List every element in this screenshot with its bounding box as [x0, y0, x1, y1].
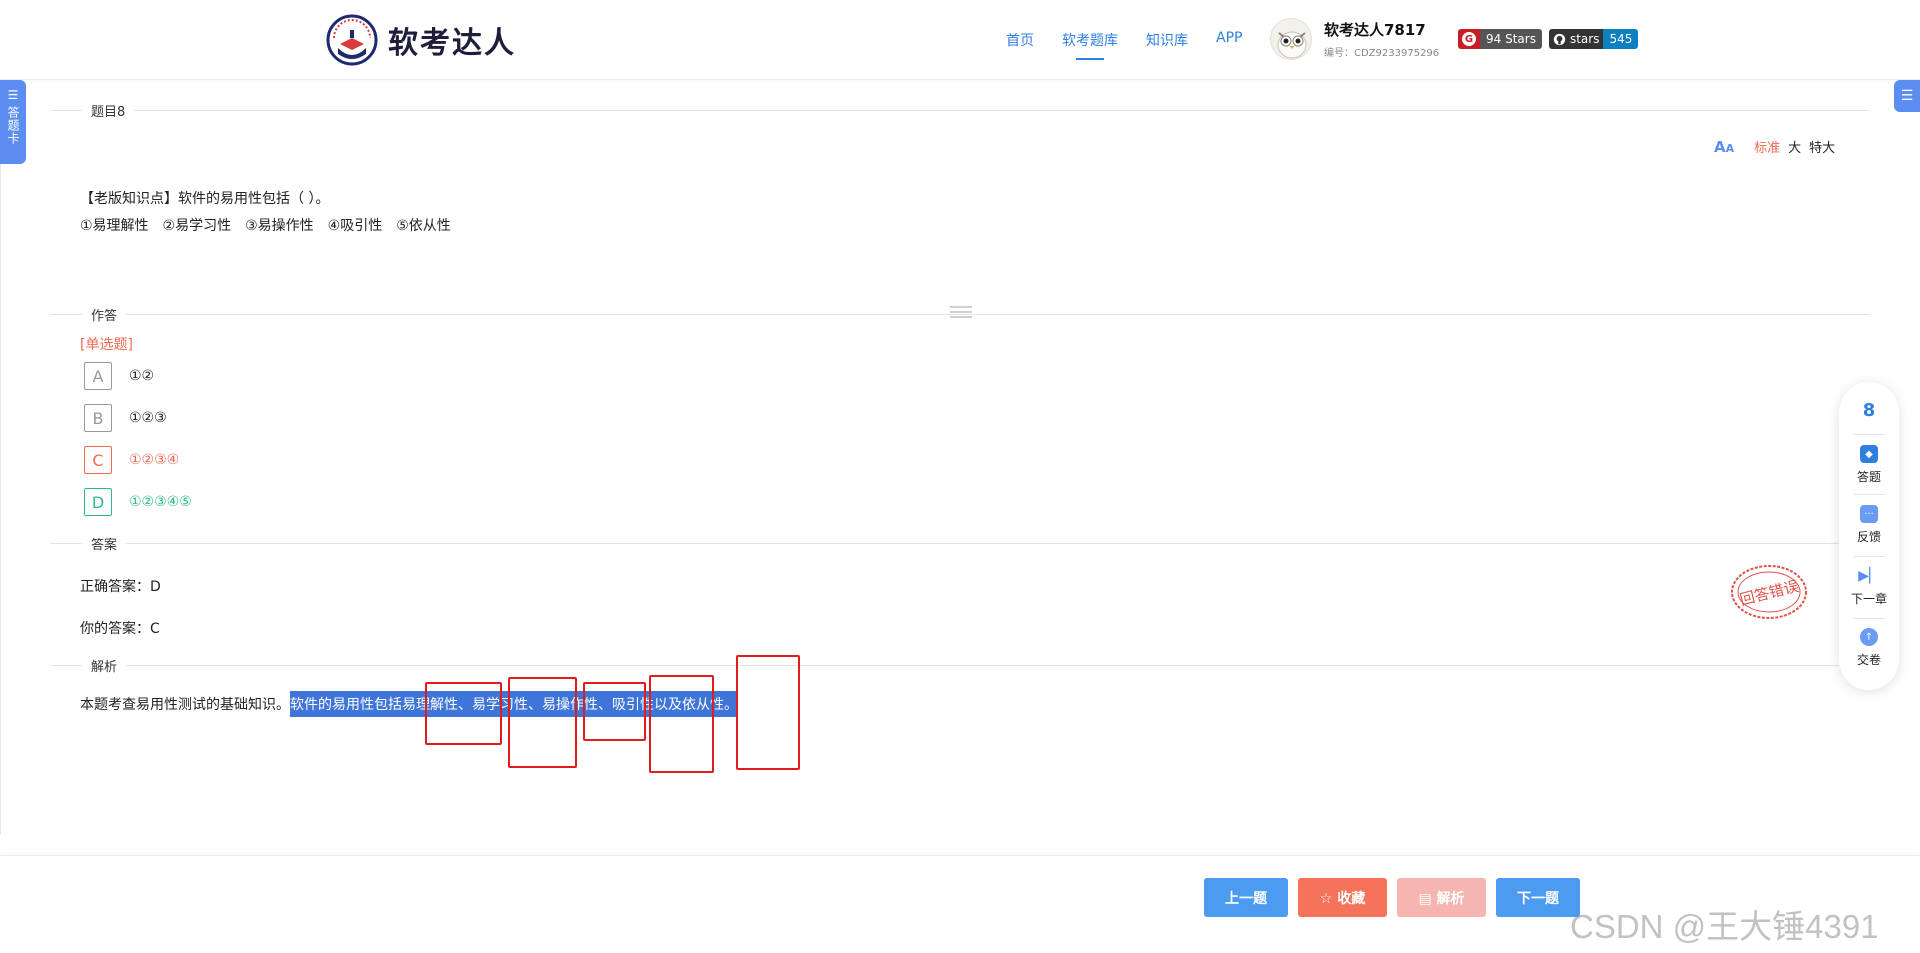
github-stars-count: 545	[1603, 29, 1639, 49]
list-icon: ☰	[7, 88, 19, 102]
github-stars-badge[interactable]: stars 545	[1548, 29, 1639, 49]
option-letter: C	[84, 446, 112, 474]
logo-emblem-icon	[326, 14, 378, 66]
feedback-label: 反馈	[1856, 530, 1881, 544]
submit-icon: ↑	[1860, 628, 1878, 646]
list-icon: ☰	[1900, 88, 1914, 104]
option-text: ①②③	[129, 410, 167, 426]
annotation-box	[583, 682, 646, 741]
option-text: ①②③④	[129, 452, 180, 468]
right-menu-tab[interactable]: ☰	[1894, 80, 1920, 112]
annotation-box	[736, 655, 800, 770]
annotation-box	[425, 682, 502, 745]
divider	[1853, 618, 1885, 619]
divider	[50, 110, 1870, 111]
your-answer: 你的答案：C	[80, 621, 160, 637]
font-size-large[interactable]: 大	[1788, 137, 1801, 156]
wrong-answer-stamp: 回答错误	[1731, 565, 1807, 619]
avatar[interactable]	[1270, 18, 1312, 60]
feedback-icon: ···	[1860, 505, 1878, 523]
option-text: ①②③④⑤	[129, 494, 192, 510]
next-chapter-icon: ▶▏	[1858, 568, 1880, 584]
option-text: ①②	[129, 368, 155, 384]
option-d[interactable]: D ①②③④⑤	[84, 488, 192, 516]
nav-knowledge-base[interactable]: 知识库	[1146, 30, 1188, 50]
drag-handle-icon[interactable]	[950, 306, 972, 321]
answer-card-tab[interactable]: ☰ 答题卡	[0, 80, 26, 164]
gitee-icon: G	[1462, 32, 1476, 46]
user-name: 软考达人7817	[1324, 21, 1426, 39]
feedback-button[interactable]: ··· 反馈	[1839, 505, 1899, 545]
nav-app[interactable]: APP	[1216, 30, 1242, 50]
annotation-box	[649, 675, 714, 773]
floating-tool-panel: 8 ◆ 答题 ··· 反馈 ▶▏ 下一章 ↑ 交卷	[1839, 382, 1899, 690]
option-b[interactable]: B ①②③	[84, 404, 167, 432]
analysis-plain: 本题考查易用性测试的基础知识。	[80, 696, 290, 713]
user-id: 编号：CDZ9233975296	[1324, 48, 1440, 59]
question-body: 【老版知识点】软件的易用性包括（ ）。 ①易理解性 ②易学习性 ③易操作性 ④吸…	[80, 186, 451, 240]
site-logo[interactable]: 软考达人	[326, 14, 516, 66]
logo-text: 软考达人	[388, 26, 516, 61]
repo-badges: G 94 Stars stars 545	[1458, 29, 1645, 49]
next-chapter-label: 下一章	[1850, 592, 1887, 606]
font-size-icon: AA	[1714, 137, 1735, 156]
answer-section-label: 作答	[82, 305, 127, 324]
csdn-watermark: CSDN @王大锤4391	[1570, 908, 1879, 945]
font-size-switcher: AA 标准 大 特大	[1714, 137, 1843, 157]
content-left-border	[0, 80, 1, 835]
answer-icon: ◆	[1860, 445, 1878, 463]
result-section-label: 答案	[82, 534, 127, 553]
option-a[interactable]: A ①②	[84, 362, 154, 390]
font-size-xlarge[interactable]: 特大	[1809, 137, 1835, 156]
divider	[1853, 556, 1885, 557]
correct-answer: 正确答案：D	[80, 579, 161, 595]
next-question-button[interactable]: 下一题	[1496, 878, 1580, 917]
annotation-box	[508, 677, 577, 768]
question-number: 8	[1862, 400, 1876, 421]
favorite-button[interactable]: ☆ 收藏	[1298, 878, 1387, 917]
submit-button[interactable]: ↑ 交卷	[1839, 628, 1899, 668]
divider	[50, 665, 1870, 666]
answer-card-label: 答题卡	[6, 106, 20, 145]
option-letter: D	[84, 488, 112, 516]
nav-home[interactable]: 首页	[1006, 30, 1034, 50]
divider	[1853, 434, 1885, 435]
question-stem: 【老版知识点】软件的易用性包括（ ）。	[80, 191, 330, 207]
svg-text:回答错误: 回答错误	[1738, 577, 1801, 609]
answer-label: 答题	[1856, 470, 1881, 484]
answer-button[interactable]: ◆ 答题	[1839, 445, 1899, 485]
github-stars-label: stars	[1548, 29, 1604, 49]
prev-question-button[interactable]: 上一题	[1204, 878, 1288, 917]
question-items: ①易理解性 ②易学习性 ③易操作性 ④吸引性 ⑤依从性	[80, 218, 451, 234]
submit-label: 交卷	[1856, 653, 1881, 667]
font-size-standard[interactable]: 标准	[1754, 137, 1780, 156]
option-c[interactable]: C ①②③④	[84, 446, 179, 474]
analysis-button[interactable]: ▤ 解析	[1397, 878, 1486, 917]
gitee-stars-badge[interactable]: G 94 Stars	[1458, 29, 1542, 49]
divider	[50, 543, 1870, 544]
divider	[1853, 494, 1885, 495]
nav-question-bank[interactable]: 软考题库	[1062, 30, 1118, 60]
user-profile[interactable]: 软考达人7817 编号：CDZ9233975296	[1270, 18, 1439, 60]
main-nav: 首页 软考题库 知识库 APP	[1006, 30, 1270, 60]
analysis-section-label: 解析	[82, 656, 127, 675]
github-icon	[1553, 33, 1566, 45]
option-letter: B	[84, 404, 112, 432]
top-header: 软考达人 首页 软考题库 知识库 APP 软考达人7817 编号：CDZ9233…	[0, 0, 1920, 80]
question-type: [单选题]	[80, 337, 133, 353]
option-letter: A	[84, 362, 112, 390]
owl-avatar-icon	[1277, 31, 1307, 59]
next-chapter-button[interactable]: ▶▏ 下一章	[1839, 567, 1899, 607]
question-section-label: 题目8	[82, 101, 135, 120]
gitee-stars-text: 94 Stars	[1480, 29, 1542, 49]
